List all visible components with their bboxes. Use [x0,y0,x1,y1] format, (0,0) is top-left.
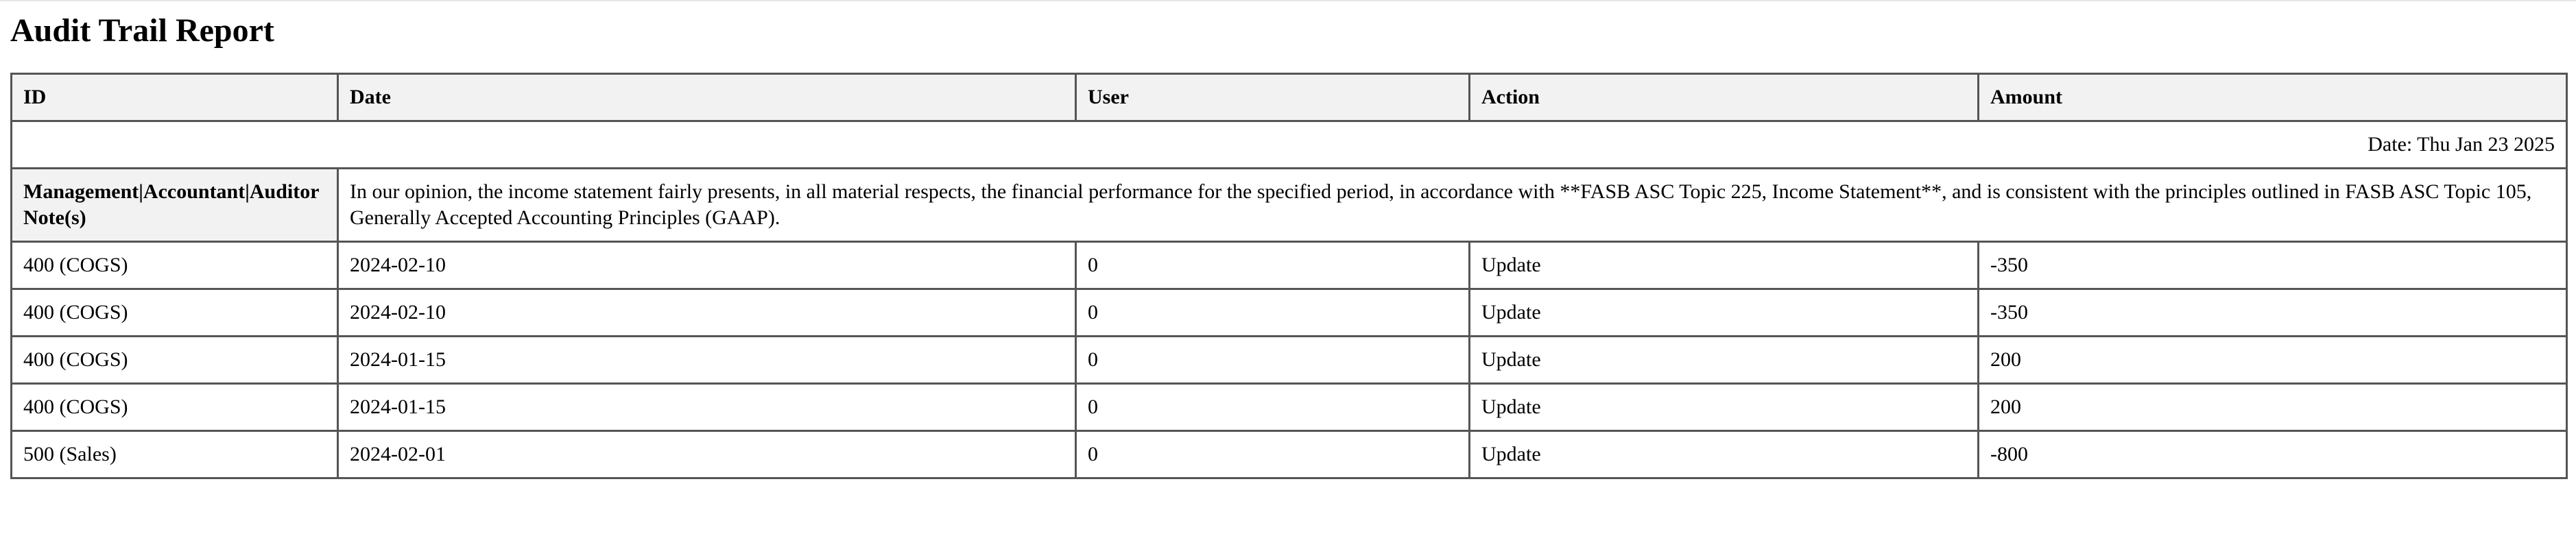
cell-action: Update [1468,430,1979,479]
cell-id: 400 (COGS) [10,335,339,385]
table-row: 400 (COGS) 2024-01-15 0 Update 200 [10,335,2568,385]
cell-amount: 200 [1977,335,2568,385]
audit-trail-table: ID Date User Action Amount Date: Thu Jan… [10,73,2568,479]
cell-action: Update [1468,335,1979,385]
cell-user: 0 [1075,382,1470,432]
report-date-row: Date: Thu Jan 23 2025 [10,120,2568,169]
table-row: 400 (COGS) 2024-01-15 0 Update 200 [10,382,2568,432]
report-page: Audit Trail Report ID Date User Action A… [0,1,2576,479]
cell-date: 2024-02-10 [337,288,1077,337]
cell-user: 0 [1075,335,1470,385]
page-title: Audit Trail Report [10,12,274,49]
cell-id: 400 (COGS) [10,288,339,337]
table-row: 400 (COGS) 2024-02-10 0 Update -350 [10,288,2568,337]
auditor-note-text: In our opinion, the income statement fai… [337,167,2568,243]
auditor-note-row: Management|Accountant|Auditor Note(s) In… [10,167,2568,243]
column-header-id: ID [10,73,339,122]
cell-id: 500 (Sales) [10,430,339,479]
cell-amount: -350 [1977,241,2568,290]
column-header-amount: Amount [1977,73,2568,122]
cell-user: 0 [1075,288,1470,337]
cell-user: 0 [1075,241,1470,290]
cell-date: 2024-01-15 [337,335,1077,385]
auditor-note-label: Management|Accountant|Auditor Note(s) [10,167,339,243]
report-date: Date: Thu Jan 23 2025 [10,120,2568,169]
cell-amount: -800 [1977,430,2568,479]
column-header-action: Action [1468,73,1979,122]
cell-date: 2024-02-01 [337,430,1077,479]
table-header-row: ID Date User Action Amount [10,73,2568,122]
cell-id: 400 (COGS) [10,241,339,290]
cell-action: Update [1468,288,1979,337]
cell-id: 400 (COGS) [10,382,339,432]
cell-amount: -350 [1977,288,2568,337]
cell-user: 0 [1075,430,1470,479]
table-row: 500 (Sales) 2024-02-01 0 Update -800 [10,430,2568,479]
cell-date: 2024-02-10 [337,241,1077,290]
table-row: 400 (COGS) 2024-02-10 0 Update -350 [10,241,2568,290]
column-header-date: Date [337,73,1077,122]
cell-action: Update [1468,382,1979,432]
cell-amount: 200 [1977,382,2568,432]
cell-action: Update [1468,241,1979,290]
column-header-user: User [1075,73,1470,122]
cell-date: 2024-01-15 [337,382,1077,432]
